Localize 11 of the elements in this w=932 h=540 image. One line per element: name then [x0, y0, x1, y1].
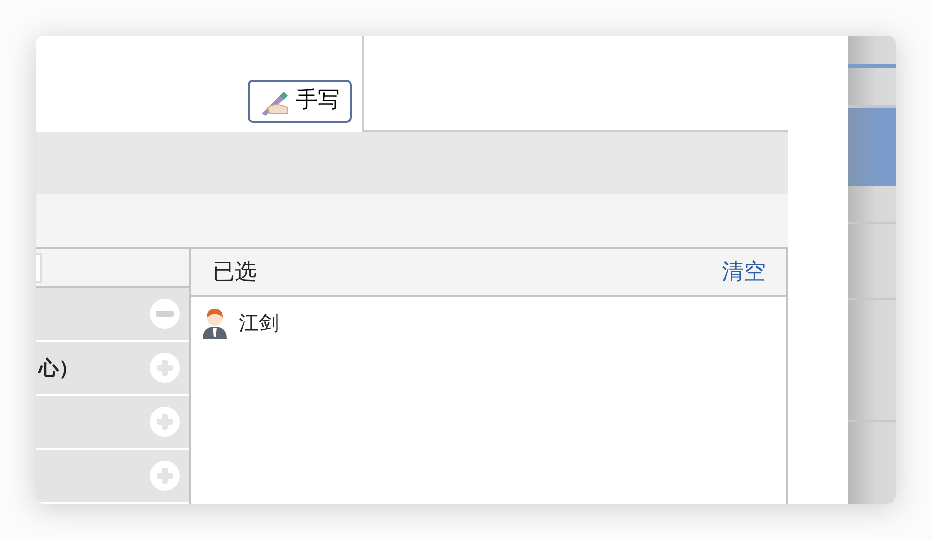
person-icon — [201, 307, 229, 339]
add-icon[interactable] — [149, 460, 181, 492]
add-icon[interactable] — [149, 352, 181, 384]
list-item-text: 心） — [37, 355, 79, 382]
clear-link[interactable]: 清空 — [722, 256, 766, 288]
search-field[interactable] — [36, 252, 42, 282]
remove-icon[interactable] — [149, 298, 181, 330]
handwrite-button[interactable]: 手写 — [248, 80, 352, 123]
add-icon[interactable] — [149, 406, 181, 438]
person-name[interactable]: 江剑 — [239, 308, 279, 338]
panel-title: 已选 — [213, 258, 257, 286]
